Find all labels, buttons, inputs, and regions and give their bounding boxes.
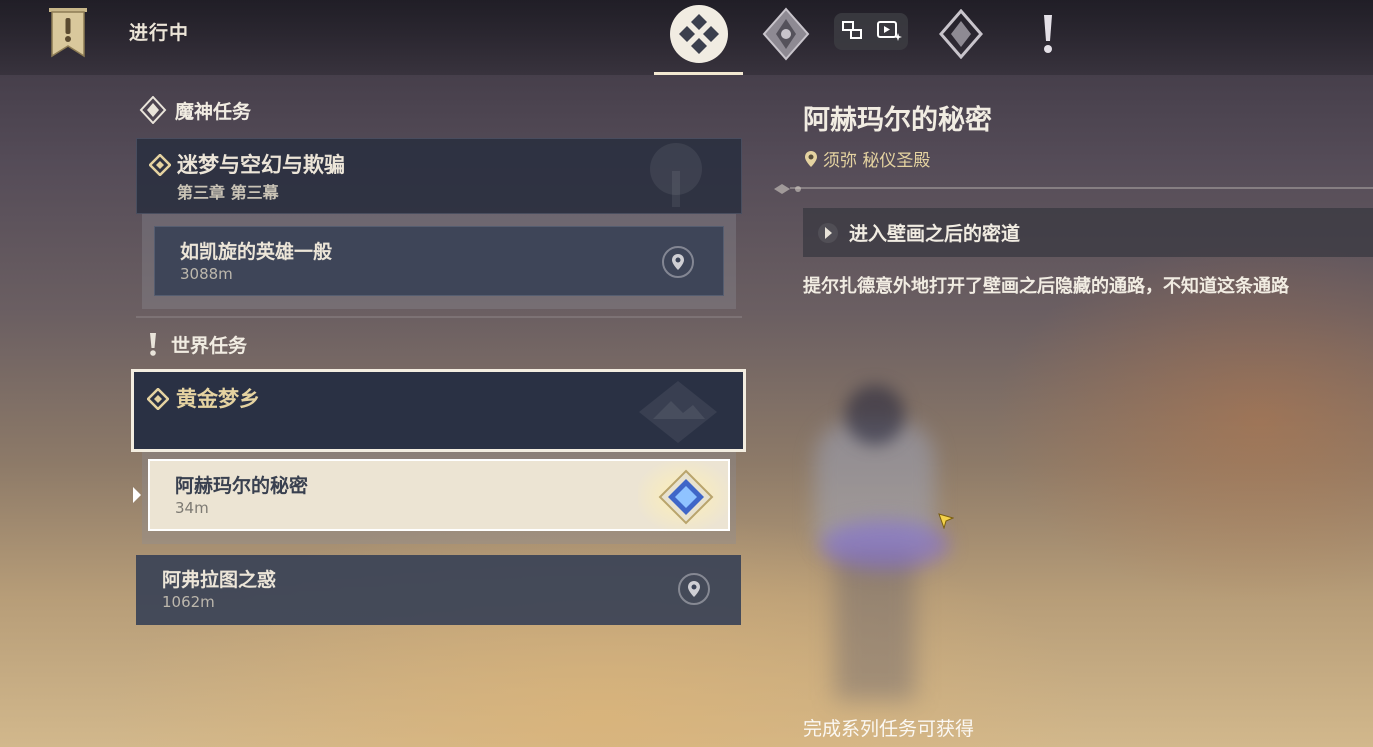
divider-ornament-icon xyxy=(772,181,806,200)
section-header-world: 世界任务 xyxy=(143,330,247,358)
tab-world-quests[interactable] xyxy=(936,6,986,62)
character-head xyxy=(845,385,905,445)
quest-location: 须弥 秘仪圣殿 xyxy=(804,146,930,171)
detail-divider xyxy=(790,187,1373,189)
tab-all-quests[interactable] xyxy=(669,5,729,63)
cursor-icon xyxy=(938,513,955,533)
video-sparkle-icon[interactable] xyxy=(876,19,902,45)
selection-arrow-icon xyxy=(132,486,142,508)
character-skirt xyxy=(820,520,950,570)
step-label: 进入壁画之后的密道 xyxy=(849,223,1021,245)
tab-commission-quests[interactable] xyxy=(1030,6,1066,62)
overlay-controls xyxy=(834,13,908,50)
all-quests-icon xyxy=(670,5,728,63)
quest-marker-icon xyxy=(147,388,169,410)
quest-card-archon[interactable]: 迷梦与空幻与欺骗 第三章 第三幕 xyxy=(136,138,742,214)
list-item[interactable]: 阿弗拉图之惑 1062m xyxy=(136,555,741,625)
quest-detail-title: 阿赫玛尔的秘密 xyxy=(803,105,992,136)
quest-subtitle: 第三章 第三幕 xyxy=(177,183,279,202)
section-header-archon: 魔神任务 xyxy=(139,96,251,124)
mountain-emblem-icon xyxy=(639,381,717,443)
track-button[interactable] xyxy=(678,573,710,605)
quest-step-name: 如凯旋的英雄一般 xyxy=(180,241,333,263)
archon-quest-icon xyxy=(139,96,167,124)
quest-title: 黄金梦乡 xyxy=(176,387,260,411)
location-pin-icon xyxy=(805,150,817,167)
world-quest-icon xyxy=(939,9,983,59)
tree-emblem-icon xyxy=(650,143,702,207)
quest-distance: 34m xyxy=(175,499,209,517)
location-pin-icon xyxy=(672,254,684,270)
quest-step-name: 阿赫玛尔的秘密 xyxy=(175,475,309,497)
exclamation-icon xyxy=(1044,15,1052,53)
location-text: 须弥 秘仪圣殿 xyxy=(823,151,931,171)
quest-card-world-selected[interactable]: 黄金梦乡 xyxy=(131,369,746,452)
location-pin-icon xyxy=(688,581,700,597)
quest-marker-icon xyxy=(149,154,171,176)
section-heading: 魔神任务 xyxy=(175,100,252,123)
list-item-selected[interactable]: 阿赫玛尔的秘密 34m xyxy=(148,459,730,531)
page-title: 进行中 xyxy=(129,22,190,44)
section-heading: 世界任务 xyxy=(171,334,248,357)
tab-archon-quests[interactable] xyxy=(759,6,813,62)
quest-banner-icon xyxy=(47,8,89,58)
track-button[interactable] xyxy=(662,246,694,278)
quest-description: 提尔扎德意外地打开了壁画之后隐藏的通路，不知道这条通路 xyxy=(803,276,1289,297)
active-tab-indicator xyxy=(654,72,743,75)
swap-icon[interactable] xyxy=(840,19,864,45)
reward-hint: 完成系列任务可获得 xyxy=(803,718,975,740)
quest-subitems-world: 阿赫玛尔的秘密 34m xyxy=(142,452,736,544)
section-divider xyxy=(136,316,742,318)
quest-subitems-archon: 如凯旋的英雄一般 3088m xyxy=(142,214,736,309)
archon-quest-icon xyxy=(762,7,810,61)
list-item[interactable]: 如凯旋的英雄一般 3088m xyxy=(154,226,724,296)
current-step: 进入壁画之后的密道 xyxy=(803,208,1373,257)
quest-title: 迷梦与空幻与欺骗 xyxy=(177,153,345,177)
waypoint-diamond-icon xyxy=(658,469,714,525)
quest-step-name: 阿弗拉图之惑 xyxy=(162,569,277,591)
step-arrow-icon xyxy=(818,222,838,243)
quest-distance: 3088m xyxy=(180,265,233,283)
exclamation-icon xyxy=(150,333,156,356)
quest-distance: 1062m xyxy=(162,593,215,611)
